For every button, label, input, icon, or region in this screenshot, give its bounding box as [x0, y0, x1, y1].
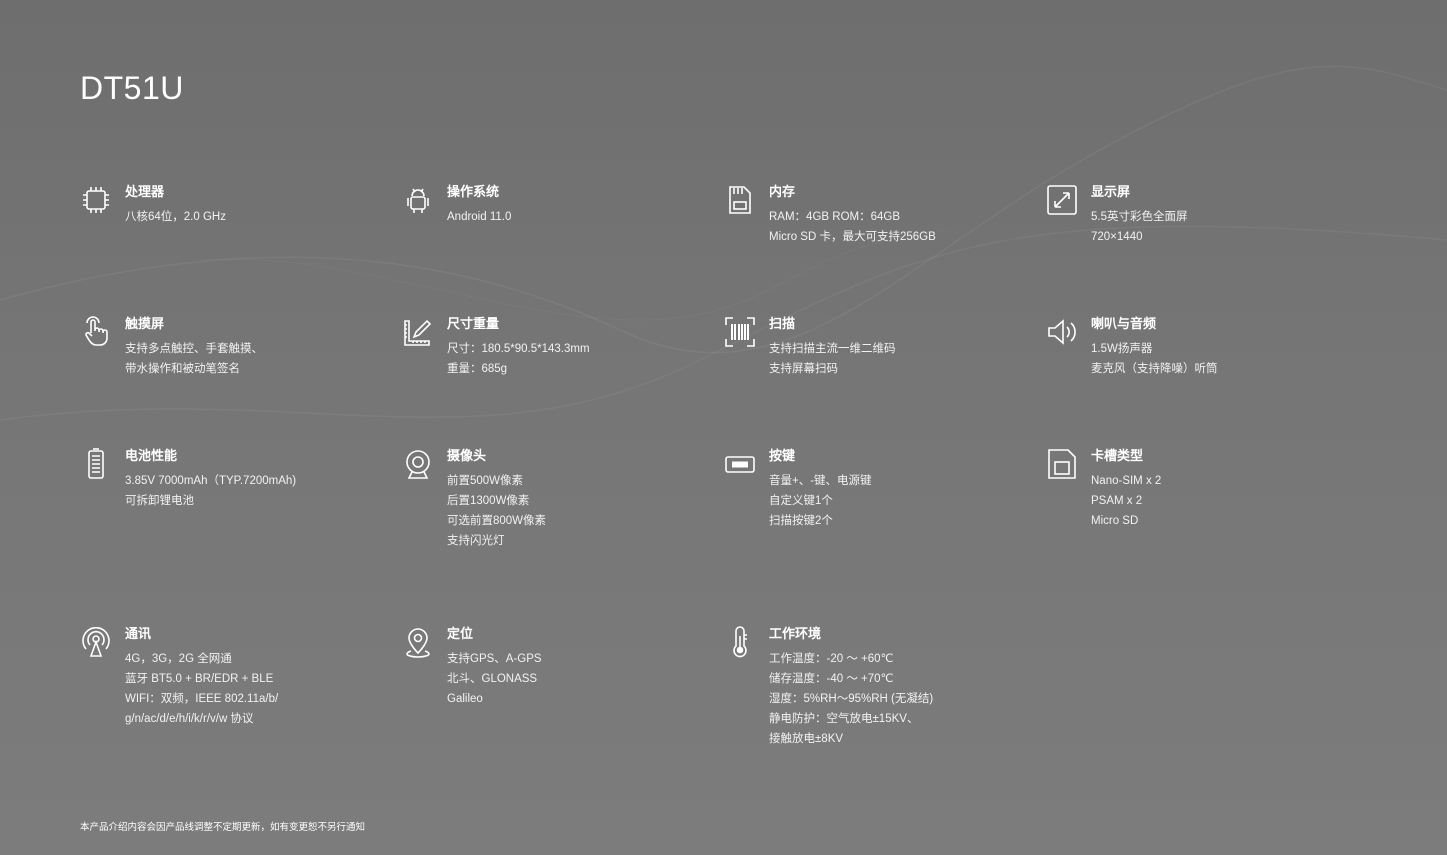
- spec-label: 显示屏: [1091, 184, 1131, 199]
- spec-line: Android 11.0: [447, 211, 512, 223]
- spec-line: 湿度：5%RH～95%RH (无凝结): [769, 693, 934, 705]
- spec-line: 前置500W像素: [447, 475, 524, 487]
- spec-label: 操作系统: [447, 184, 500, 199]
- spec-label: 电池性能: [125, 448, 178, 463]
- spec-label: 按键: [769, 448, 796, 463]
- spec-line: 北斗、GLONASS: [447, 673, 538, 685]
- spec-audio: 喇叭与音频 1.5W扬声器 麦克风（支持降噪）听筒: [1046, 316, 1346, 446]
- spec-line: RAM：4GB ROM：64GB: [769, 211, 900, 223]
- spec-touchscreen: 触摸屏 支持多点触控、手套触摸、 带水操作和被动笔签名: [80, 316, 380, 446]
- spec-line: 后置1300W像素: [447, 495, 530, 507]
- spec-line: 3.85V 7000mAh（TYP.7200mAh): [125, 475, 297, 487]
- spec-line: 重量：685g: [447, 363, 508, 375]
- spec-label: 摄像头: [447, 448, 487, 463]
- spec-line: 1.5W扬声器: [1091, 343, 1153, 355]
- spec-label: 处理器: [125, 184, 165, 199]
- footer-disclaimer: 本产品介绍内容会因产品线调整不定期更新，如有变更恕不另行通知: [80, 822, 366, 833]
- spec-display: 显示屏 5.5英寸彩色全面屏 720×1440: [1046, 184, 1346, 314]
- spec-label: 定位: [447, 626, 474, 641]
- spec-keys: 按键 音量+、-键、电源键 自定义键1个 扫描按键2个: [724, 448, 1024, 578]
- spec-label: 尺寸重量: [447, 316, 500, 331]
- spec-line: 音量+、-键、电源键: [769, 475, 872, 487]
- expand-screen-icon: [1046, 184, 1078, 216]
- spec-label: 工作环境: [769, 626, 822, 641]
- spec-line: 接触放电±8KV: [769, 733, 844, 745]
- spec-card-slots: 卡槽类型 Nano-SIM x 2 PSAM x 2 Micro SD: [1046, 448, 1346, 578]
- spec-label: 内存: [769, 184, 796, 199]
- spec-battery: 电池性能 3.85V 7000mAh（TYP.7200mAh) 可拆卸锂电池: [80, 448, 380, 578]
- cpu-icon: [80, 184, 112, 216]
- spec-communication: 通讯 4G，3G，2G 全网通 蓝牙 BT5.0 + BR/EDR + BLE …: [80, 626, 380, 756]
- thermometer-icon: [724, 626, 756, 658]
- key-button-icon: [724, 448, 756, 480]
- spec-line: 扫描按键2个: [769, 515, 833, 527]
- spec-line: 麦克风（支持降噪）听筒: [1091, 363, 1218, 375]
- spec-line: 5.5英寸彩色全面屏: [1091, 211, 1188, 223]
- spec-scan: 扫描 支持扫描主流一维二维码 支持屏幕扫码: [724, 316, 1024, 446]
- spec-line: 静电防护：空气放电±15KV、: [769, 713, 919, 725]
- speaker-icon: [1046, 316, 1078, 348]
- spec-label: 通讯: [125, 626, 152, 641]
- spec-label: 扫描: [769, 316, 796, 331]
- spec-line: Galileo: [447, 693, 483, 705]
- spec-os: 操作系统 Android 11.0: [402, 184, 702, 314]
- spec-line: 储存温度：-40 ～ +70℃: [769, 673, 894, 685]
- touch-hand-icon: [80, 316, 112, 348]
- barcode-scan-icon: [724, 316, 756, 348]
- spec-processor: 处理器 八核64位，2.0 GHz: [80, 184, 380, 314]
- spec-line: 支持闪光灯: [447, 535, 505, 547]
- spec-line: 尺寸：180.5*90.5*143.3mm: [447, 343, 590, 355]
- signal-tower-icon: [80, 626, 112, 658]
- spec-positioning: 定位 支持GPS、A-GPS 北斗、GLONASS Galileo: [402, 626, 702, 756]
- spec-line: 可拆卸锂电池: [125, 495, 194, 507]
- spec-line: 720×1440: [1091, 231, 1143, 243]
- spec-line: 蓝牙 BT5.0 + BR/EDR + BLE: [125, 673, 274, 685]
- spec-line: PSAM x 2: [1091, 495, 1143, 507]
- spec-label: 喇叭与音频: [1091, 316, 1157, 331]
- spec-line: Micro SD: [1091, 515, 1139, 527]
- location-pin-icon: [402, 626, 434, 658]
- spec-line: 4G，3G，2G 全网通: [125, 653, 232, 665]
- spec-line: 八核64位，2.0 GHz: [125, 211, 226, 223]
- spec-environment: 工作环境 工作温度：-20 ～ +60℃ 储存温度：-40 ～ +70℃ 湿度：…: [724, 626, 1024, 766]
- spec-line: WIFI：双频，IEEE 802.11a/b/: [125, 693, 279, 705]
- page-title: DT51U: [80, 70, 184, 106]
- spec-line: 支持GPS、A-GPS: [447, 653, 542, 665]
- spec-camera: 摄像头 前置500W像素 后置1300W像素 可选前置800W像素 支持闪光灯: [402, 448, 702, 578]
- spec-line: Micro SD 卡，最大可支持256GB: [769, 231, 936, 243]
- camera-icon: [402, 448, 434, 480]
- spec-label: 卡槽类型: [1091, 448, 1144, 463]
- spec-label: 触摸屏: [125, 316, 165, 331]
- spec-memory: 内存 RAM：4GB ROM：64GB Micro SD 卡，最大可支持256G…: [724, 184, 1024, 314]
- sim-card-icon: [1046, 448, 1078, 480]
- spec-line: 可选前置800W像素: [447, 515, 547, 527]
- spec-line: 支持多点触控、手套触摸、: [125, 343, 263, 355]
- spec-line: Nano-SIM x 2: [1091, 475, 1162, 487]
- sd-card-icon: [724, 184, 756, 216]
- battery-icon: [80, 448, 112, 480]
- spec-line: g/n/ac/d/e/h/i/k/r/v/w 协议: [125, 713, 254, 725]
- spec-line: 带水操作和被动笔签名: [125, 363, 240, 375]
- spec-line: 工作温度：-20 ～ +60℃: [769, 653, 894, 665]
- ruler-pencil-icon: [402, 316, 434, 348]
- spec-line: 支持扫描主流一维二维码: [769, 343, 896, 355]
- android-icon: [402, 184, 434, 216]
- spec-size-weight: 尺寸重量 尺寸：180.5*90.5*143.3mm 重量：685g: [402, 316, 702, 446]
- spec-line: 支持屏幕扫码: [769, 363, 838, 375]
- spec-line: 自定义键1个: [769, 495, 833, 507]
